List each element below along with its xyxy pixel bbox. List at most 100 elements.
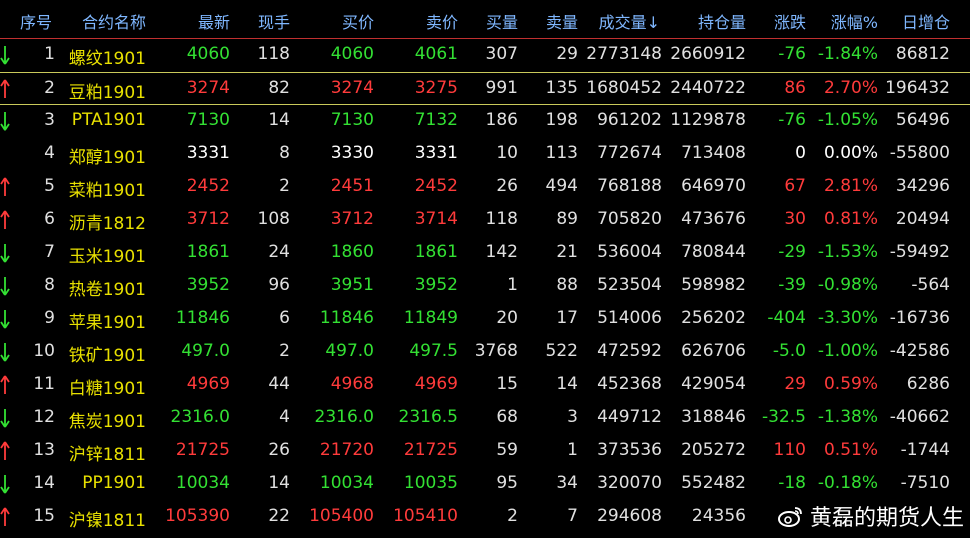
cell-bid: 4968 xyxy=(330,374,374,394)
cell-last: 497.0 xyxy=(181,341,230,361)
column-header[interactable]: 合约名称 xyxy=(82,9,146,33)
cell-oi: 205272 xyxy=(681,440,746,460)
cell-bid-qty: 142 xyxy=(485,242,518,262)
cell-ask-qty: 522 xyxy=(545,341,578,361)
cell-last: 11846 xyxy=(175,308,230,328)
cell-no: 6 xyxy=(44,209,55,229)
table-row[interactable]: 8 热卷1901 3952 96 3951 3952 1 88 523504 598982 -39-… xyxy=(0,270,970,303)
cell-ask-qty: 88 xyxy=(556,275,578,295)
cell-name: 郑醇1901 xyxy=(68,148,146,168)
arrow-down-icon xyxy=(0,310,10,329)
cell-ask: 3331 xyxy=(414,143,458,163)
column-header[interactable]: 买价 xyxy=(342,9,374,33)
cell-vol-hand: 8 xyxy=(279,143,290,163)
cell-oi: 780844 xyxy=(681,242,746,262)
cell-ask: 4061 xyxy=(414,44,458,64)
column-header[interactable]: 涨跌 xyxy=(774,9,806,33)
table-row[interactable]: 12 焦炭1901 2316.0 4 2316.0 2316.5 68 3 449712 3188… xyxy=(0,402,970,435)
arrow-down-icon xyxy=(0,409,10,428)
cell-bid-qty: 10 xyxy=(496,143,518,163)
cell-ask: 497.5 xyxy=(409,341,458,361)
cell-name: 沥青1812 xyxy=(68,214,146,234)
cell-vol-hand: 6 xyxy=(279,308,290,328)
table-row[interactable]: 6 沥青1812 3712 108 3712 3714 118 89 705820 473676 3… xyxy=(0,204,970,237)
cell-no: 3 xyxy=(44,110,55,130)
cell-last: 2316.0 xyxy=(170,407,230,427)
cell-oi-chg: -59492 xyxy=(889,242,950,262)
table-row[interactable]: 7 玉米1901 1861 24 1860 1861 142 21 536004 780844 -2… xyxy=(0,237,970,270)
cell-bid: 21720 xyxy=(319,440,374,460)
cell-last: 3331 xyxy=(186,143,230,163)
cell-volume: 472592 xyxy=(597,341,662,361)
cell-ask: 3275 xyxy=(414,78,458,98)
column-header[interactable]: 涨幅% xyxy=(831,9,878,33)
cell-no: 7 xyxy=(44,242,55,262)
cell-last: 105390 xyxy=(165,506,230,526)
cell-chg: 110 xyxy=(773,440,806,460)
table-row[interactable]: 4 郑醇1901 3331 8 3330 3331 10 113 772674 713408 0 0.… xyxy=(0,138,970,171)
cell-bid: 3274 xyxy=(330,78,374,98)
cell-name: 苹果1901 xyxy=(68,313,146,333)
table-row[interactable]: 10 铁矿1901 497.0 2 497.0 497.5 3768 522 472592 626… xyxy=(0,336,970,369)
cell-no: 12 xyxy=(33,407,55,427)
cell-oi: 318846 xyxy=(681,407,746,427)
table-row[interactable]: 14 PP1901 10034 14 10034 10035 95 34 320070 55248… xyxy=(0,468,970,501)
cell-vol-hand: 4 xyxy=(279,407,290,427)
cell-last: 10034 xyxy=(175,473,230,493)
arrow-down-icon xyxy=(0,277,10,296)
column-header[interactable]: 持仓量 xyxy=(698,9,746,33)
cell-bid-qty: 95 xyxy=(496,473,518,493)
arrow-up-icon xyxy=(0,375,10,394)
arrow-down-icon xyxy=(0,46,10,65)
cell-name: 白糖1901 xyxy=(68,379,146,399)
cell-vol-hand: 14 xyxy=(268,110,290,130)
cell-volume: 449712 xyxy=(597,407,662,427)
cell-bid: 11846 xyxy=(319,308,374,328)
cell-chg: -5.0 xyxy=(772,341,806,361)
column-header[interactable]: 现手 xyxy=(258,9,290,33)
table-row[interactable]: 5 菜粕1901 2452 2 2451 2452 26 494 768188 646970 67 2… xyxy=(0,171,970,204)
cell-bid: 3712 xyxy=(330,209,374,229)
cell-oi: 626706 xyxy=(681,341,746,361)
cell-volume: 961202 xyxy=(597,110,662,130)
cell-ask-qty: 21 xyxy=(556,242,578,262)
cell-pct: -1.38% xyxy=(817,407,878,427)
cell-volume: 514006 xyxy=(597,308,662,328)
cell-bid: 2316.0 xyxy=(314,407,374,427)
cell-no: 11 xyxy=(33,374,55,394)
table-row[interactable]: 1 螺纹1901 4060 118 4060 4061 307 29 2773148 266091… xyxy=(0,39,970,72)
column-header[interactable]: 日增仓 xyxy=(902,9,950,33)
cell-ask-qty: 7 xyxy=(567,506,578,526)
column-header[interactable]: 最新 xyxy=(198,9,230,33)
table-row[interactable]: 11 白糖1901 4969 44 4968 4969 15 14 452368 429054 29… xyxy=(0,369,970,402)
cell-pct: 2.70% xyxy=(823,78,878,98)
table-row[interactable]: 9 苹果1901 11846 6 11846 11849 20 17 514006 256202 -… xyxy=(0,303,970,336)
cell-bid: 10034 xyxy=(319,473,374,493)
cell-name: 沪镍1811 xyxy=(68,511,146,531)
cell-name: PP1901 xyxy=(82,473,146,493)
cell-no: 1 xyxy=(44,44,55,64)
table-row[interactable]: 3 PTA1901 7130 14 7130 7132 186 198 961202 112987… xyxy=(0,105,970,138)
column-header[interactable]: 成交量↓ xyxy=(599,9,660,33)
table-row[interactable]: 2 豆粕1901 3274 82 3274 3275 991 135 1680452 244072… xyxy=(0,72,970,105)
cell-vol-hand: 22 xyxy=(268,506,290,526)
cell-oi: 2440722 xyxy=(670,78,746,98)
column-header[interactable]: 卖量 xyxy=(546,9,578,33)
cell-oi-chg: 34296 xyxy=(895,176,950,196)
cell-chg: 30 xyxy=(784,209,806,229)
cell-pct: 2.81% xyxy=(823,176,878,196)
column-header[interactable]: 序号 xyxy=(20,9,52,33)
cell-ask: 3714 xyxy=(414,209,458,229)
arrow-up-icon xyxy=(0,79,10,98)
cell-oi: 256202 xyxy=(681,308,746,328)
cell-oi: 646970 xyxy=(681,176,746,196)
cell-vol-hand: 2 xyxy=(279,341,290,361)
cell-chg: -404 xyxy=(767,308,806,328)
cell-name: 菜粕1901 xyxy=(68,181,146,201)
column-header[interactable]: 卖价 xyxy=(426,9,458,33)
cell-ask: 10035 xyxy=(403,473,458,493)
cell-ask-qty: 14 xyxy=(556,374,578,394)
table-row[interactable]: 13 沪锌1811 21725 26 21720 21725 59 1 373536 205272… xyxy=(0,435,970,468)
column-header[interactable]: 买量 xyxy=(486,9,518,33)
cell-volume: 523504 xyxy=(597,275,662,295)
